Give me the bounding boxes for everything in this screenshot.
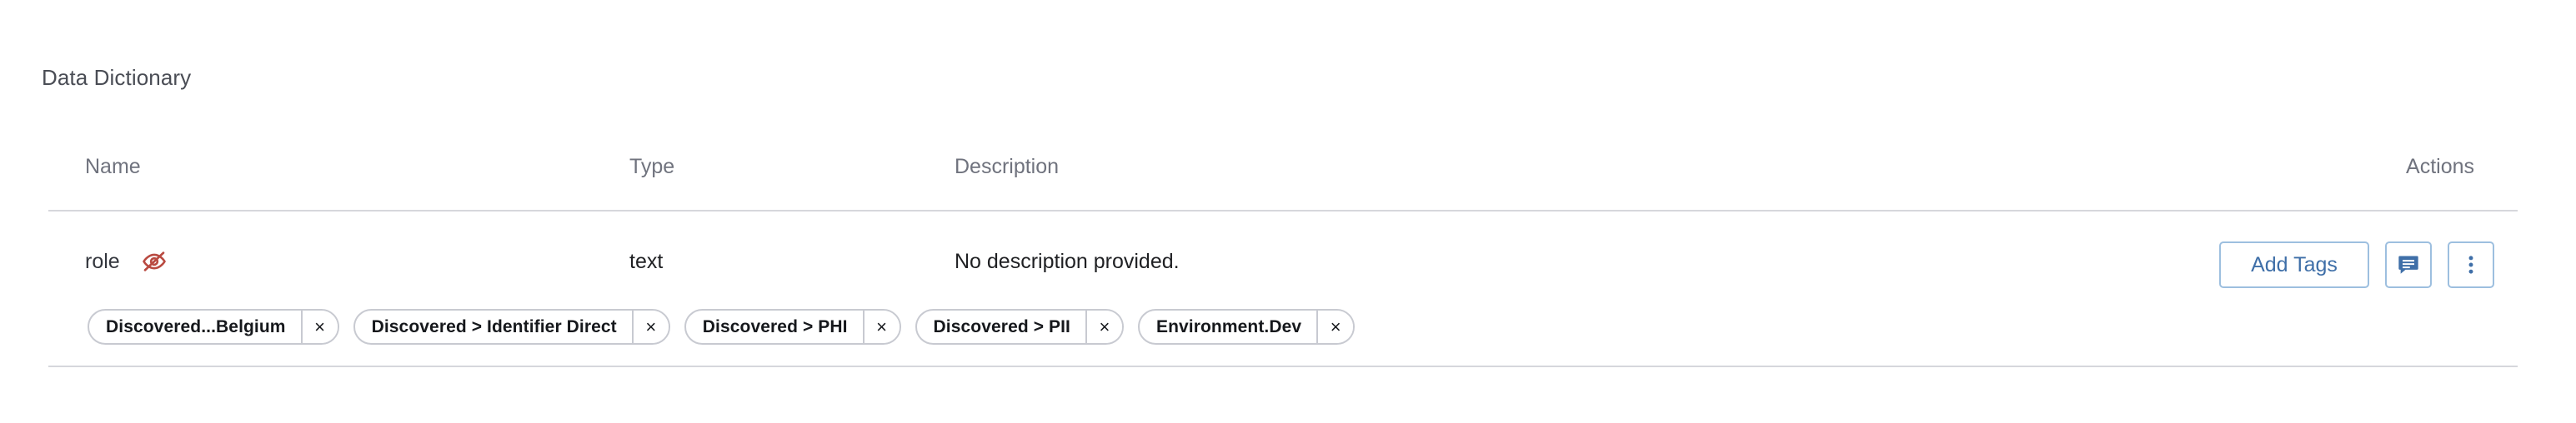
tag-chip[interactable]: Environment.Dev ×: [1137, 309, 1356, 345]
tag-label: Discovered > PHI: [702, 316, 848, 336]
table-row: role text No description provided. Add T…: [48, 212, 2518, 366]
tag-chip[interactable]: Discovered...Belgium ×: [88, 309, 339, 345]
tag-chip[interactable]: Discovered > PII ×: [915, 309, 1124, 345]
column-name-value: role: [85, 250, 120, 273]
tag-chip[interactable]: Discovered > PHI ×: [684, 309, 901, 345]
data-dictionary-panel: Data Dictionary Name Type Description Ac…: [0, 0, 2576, 423]
cell-name: role: [85, 249, 167, 274]
column-header-description: Description: [955, 155, 1060, 178]
page-title: Data Dictionary: [42, 65, 192, 90]
comment-icon: [2397, 253, 2420, 276]
cell-type: text: [629, 250, 664, 273]
comment-button[interactable]: [2385, 241, 2432, 288]
column-header-actions: Actions: [2406, 155, 2474, 178]
tag-label: Discovered...Belgium: [106, 316, 286, 336]
tag-remove-icon[interactable]: ×: [1316, 311, 1354, 343]
tag-label: Environment.Dev: [1155, 316, 1302, 336]
tag-remove-icon[interactable]: ×: [1085, 311, 1122, 343]
column-header-type: Type: [629, 155, 675, 178]
row-actions: Add Tags: [2219, 241, 2494, 288]
tag-remove-icon[interactable]: ×: [300, 311, 338, 343]
tag-chip[interactable]: Discovered > Identifier Direct ×: [353, 309, 670, 345]
tag-remove-icon[interactable]: ×: [631, 311, 669, 343]
more-vertical-icon: [2459, 253, 2483, 276]
tag-list: Discovered...Belgium × Discovered > Iden…: [88, 309, 1356, 345]
add-tags-button[interactable]: Add Tags: [2219, 241, 2369, 288]
tag-label: Discovered > Identifier Direct: [371, 316, 617, 336]
more-options-button[interactable]: [2448, 241, 2494, 288]
table-row-divider: [48, 366, 2518, 367]
cell-description: No description provided.: [955, 250, 1180, 273]
data-dictionary-table: Name Type Description Actions role text …: [48, 154, 2518, 367]
tag-label: Discovered > PII: [933, 316, 1070, 336]
tag-remove-icon[interactable]: ×: [862, 311, 900, 343]
eye-off-icon[interactable]: [142, 249, 167, 274]
table-header-row: Name Type Description Actions: [48, 154, 2518, 210]
column-header-name: Name: [85, 155, 141, 178]
